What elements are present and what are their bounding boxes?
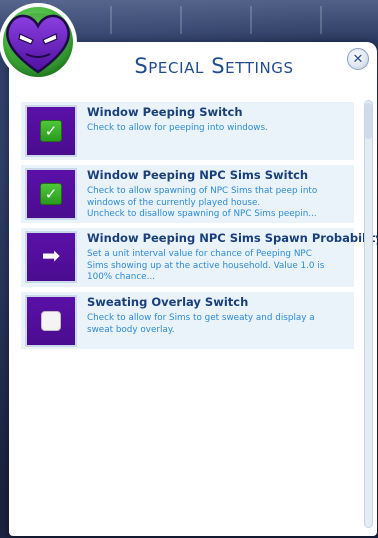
setting-icon-tile[interactable]: ✓ [25,105,77,157]
setting-description-line: Uncheck to disallow spawning of NPC Sims… [87,209,317,220]
background-stripe [180,6,182,34]
setting-title: Window Peeping NPC Sims Switch [87,168,309,182]
checkbox-checked-icon: ✓ [40,183,62,205]
setting-description: Check to allow for peeping into windows. [87,123,353,135]
setting-description-line: windows of the currently played house. [87,197,261,208]
setting-description: Check to allow spawning of NPC Sims that… [87,186,353,221]
setting-description: Check to allow for Sims to get sweaty an… [87,313,353,336]
setting-row-window-peeping-switch[interactable]: ✓ Window Peeping Switch Check to allow f… [21,102,354,160]
setting-description-line: Check to allow for peeping into windows. [87,123,268,133]
close-icon: ✕ [352,51,364,67]
background-stripe [320,6,322,34]
setting-description-line: 100% chance... [87,272,155,283]
dialog-title: Special Settings [134,54,294,78]
setting-title: Window Peeping Switch [87,105,243,119]
setting-description: Set a unit interval value for chance of … [87,249,353,284]
setting-icon-tile[interactable] [25,295,77,347]
setting-description-line: Set a unit interval value for chance of … [87,249,312,259]
setting-title: Sweating Overlay Switch [87,295,249,309]
settings-list: ✓ Window Peeping Switch Check to allow f… [21,102,377,354]
setting-row-sweating-overlay-switch[interactable]: Sweating Overlay Switch Check to allow f… [21,292,354,349]
purple-heart-icon [0,3,77,81]
setting-description-line: Check to allow spawning of NPC Sims that… [87,186,318,196]
setting-text: Window Peeping NPC Sims Switch Check to … [87,168,353,221]
setting-description-line: sweat body overlay. [87,324,175,335]
setting-text: Window Peeping Switch Check to allow for… [87,105,353,135]
setting-icon-tile[interactable]: ✓ [25,168,77,220]
special-settings-dialog: Special Settings ✕ ✓ Window Peeping Swit… [9,42,377,536]
arrow-right-icon: ➡ [41,244,61,269]
close-button[interactable]: ✕ [347,48,369,70]
setting-icon-tile[interactable]: ➡ [25,231,77,283]
setting-description-line: Sims showing up at the active household.… [87,260,325,271]
setting-title: Window Peeping NPC Sims Spawn Probabilit… [87,231,377,245]
setting-text: Sweating Overlay Switch Check to allow f… [87,295,353,336]
background-stripe [250,6,252,34]
checkbox-checked-icon: ✓ [40,120,62,142]
scrollbar[interactable] [364,100,373,528]
checkbox-unchecked-icon [41,311,61,331]
setting-row-npc-sims-switch[interactable]: ✓ Window Peeping NPC Sims Switch Check t… [21,165,354,223]
setting-text: Window Peeping NPC Sims Spawn Probabilit… [87,231,377,284]
setting-row-spawn-probability[interactable]: ➡ Window Peeping NPC Sims Spawn Probabil… [21,228,377,287]
background-stripe [110,6,112,34]
setting-description-line: Check to allow for Sims to get sweaty an… [87,313,315,323]
scrollbar-thumb[interactable] [365,103,372,139]
